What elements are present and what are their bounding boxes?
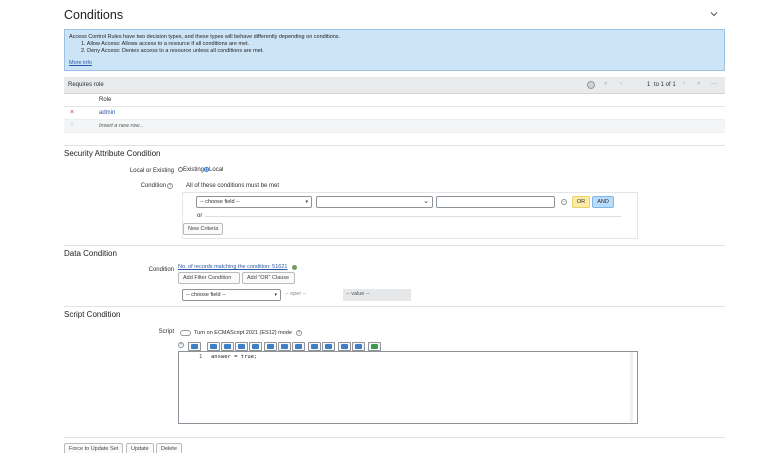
divider [64,306,725,307]
page-title: Conditions [64,8,124,22]
data-condition-label: Condition [148,267,174,273]
editor-scrollbar[interactable] [630,352,633,423]
data-condition-title: Data Condition [64,249,117,258]
page-range: to 1 of 1 [654,82,676,88]
insert-row[interactable]: × Insert a new row... [64,120,725,133]
info-line-3: 2. Deny Access: Denies access to a resou… [81,48,264,55]
or-button[interactable]: OR [572,196,590,208]
role-link[interactable]: admin [99,110,115,116]
es12-toggle-label: Turn on ECMAScript 2021 (ES12) mode [194,330,292,336]
script-include-icon[interactable] [249,342,262,351]
comment-icon[interactable] [207,342,220,351]
table-row: × admin [64,107,725,120]
settings-icon[interactable] [587,81,595,89]
operator-select[interactable]: ⌄ [316,196,433,208]
value-placeholder[interactable]: -- value -- [343,289,411,301]
divider [64,145,725,146]
info-line-1: Access Control Rules have two decision t… [69,34,341,40]
new-criteria-button[interactable]: New Criteria [183,223,224,235]
add-or-clause-button[interactable]: Add "OR" Clause [242,272,295,284]
toggle-comment-icon[interactable] [221,342,234,351]
security-attribute-title: Security Attribute Condition [64,149,161,158]
previous-icon[interactable] [292,342,305,351]
operator-placeholder[interactable]: -- oper -- [285,291,306,297]
format-code-icon[interactable] [188,342,201,351]
local-or-existing-label: Local or Existing [129,168,174,174]
script-code[interactable]: answer = true; [211,354,257,360]
existing-label: Existing [183,167,205,174]
all-conditions-text: All of these conditions must be met [186,183,280,189]
column-role[interactable]: Role [99,97,111,103]
help-icon[interactable]: ? [178,342,184,348]
script-label: Script [158,329,174,335]
requires-role-header: Requires role « ‹ 1 to 1 of 1 › » ··· [64,77,725,94]
filter-field-value: -- choose field -- [186,292,226,298]
help-icon[interactable]: ? [167,183,173,189]
force-update-set-button[interactable]: Force to Update Set [64,443,124,453]
delete-row-icon[interactable]: × [70,109,74,116]
choose-field-value: -- choose field -- [200,199,240,205]
divider [64,245,725,246]
choose-field-select[interactable]: -- choose field -- ▾ [196,196,312,208]
insert-row-label[interactable]: Insert a new row... [99,123,144,129]
local-label: Local [209,167,224,174]
records-count-link[interactable]: No. of records matching the condition: 5… [178,264,287,270]
syntax-check-icon[interactable] [322,342,335,351]
next-page-icon[interactable]: › [683,81,685,87]
value-input[interactable] [436,196,555,208]
divider [64,437,725,438]
debug-icon[interactable] [352,342,365,351]
requires-role-title: Requires role [68,82,104,88]
script-condition-title: Script Condition [64,310,121,319]
remove-condition-icon[interactable]: − [561,199,567,205]
chevron-down-icon: ⌄ [423,198,429,205]
save-icon[interactable] [338,342,351,351]
add-filter-condition-button[interactable]: Add Filter Condition [178,272,240,284]
previous-page-icon[interactable]: ‹ [620,81,622,87]
dropdown-arrow-icon: ▾ [305,199,308,205]
delete-button[interactable]: Delete [156,443,182,453]
insert-icon[interactable] [235,342,248,351]
or-label: or [197,213,203,219]
next-icon[interactable] [278,342,291,351]
update-button[interactable]: Update [126,443,154,453]
and-button[interactable]: AND [592,196,614,208]
local-existing-radio-group: Existing Local [178,167,223,173]
condition-label: Condition [140,183,166,189]
info-line-2: 1. Allow Access: Allows access to a reso… [81,41,250,48]
last-page-icon[interactable]: » [697,81,700,87]
es12-toggle[interactable] [180,330,191,336]
page-number[interactable]: 1 [647,82,650,88]
first-page-icon[interactable]: « [604,81,607,87]
more-info-link[interactable]: More info [69,60,720,67]
chevron-down-icon[interactable] [710,10,718,18]
column-header-row: Role [64,94,725,107]
delete-row-icon: × [70,122,75,129]
script-editor[interactable]: 1 answer = true; [178,351,638,424]
help-icon[interactable]: ? [296,330,302,336]
or-divider [205,216,621,217]
info-panel: Access Control Rules have two decision t… [64,29,725,71]
search-icon[interactable] [264,342,277,351]
dropdown-arrow-icon: ▾ [274,292,277,298]
replace-icon[interactable] [308,342,321,351]
line-number: 1 [199,354,203,360]
refresh-icon[interactable] [292,265,297,270]
fullscreen-icon[interactable] [368,342,381,351]
condition-builder: -- choose field -- ▾ ⌄ − OR AND or New C… [182,192,638,239]
filter-field-select[interactable]: -- choose field -- ▾ [182,289,281,301]
more-icon[interactable]: ··· [711,81,717,87]
